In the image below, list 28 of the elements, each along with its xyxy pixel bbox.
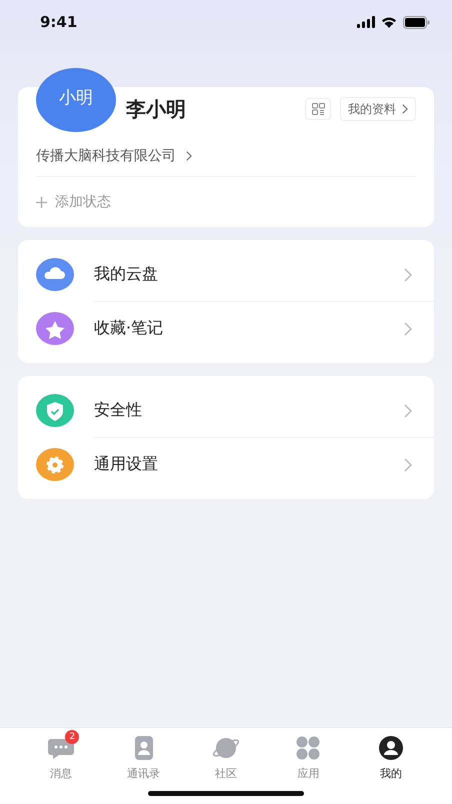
menu-item[interactable]: 安全性 bbox=[18, 384, 434, 437]
chevron-icon bbox=[404, 458, 412, 472]
tab[interactable]: 我的 bbox=[364, 734, 417, 781]
apps-icon bbox=[294, 734, 322, 762]
battery-icon bbox=[403, 16, 430, 28]
user-name: 李小明 bbox=[126, 96, 186, 123]
chevron-icon bbox=[404, 268, 412, 282]
tab[interactable]: 通讯录 bbox=[118, 734, 170, 781]
menu-item[interactable]: 通用设置 bbox=[94, 437, 434, 491]
chevron-icon bbox=[404, 404, 412, 418]
menu-item[interactable]: 收藏·笔记 bbox=[94, 301, 434, 355]
wifi-icon bbox=[381, 16, 397, 28]
qr-code-icon bbox=[312, 103, 324, 115]
profile-button[interactable]: 我的资料 bbox=[340, 97, 416, 121]
chevron-icon bbox=[404, 322, 412, 336]
signal-icon bbox=[357, 16, 375, 28]
tab[interactable]: 应用 bbox=[282, 734, 334, 781]
qr-code-button[interactable] bbox=[305, 98, 331, 120]
chevron-icon bbox=[186, 150, 192, 160]
person-icon bbox=[376, 734, 405, 762]
tab[interactable]: 社区 bbox=[200, 734, 252, 781]
status-time: 9:41 bbox=[40, 13, 78, 31]
menu-item[interactable]: 我的云盘 bbox=[18, 248, 434, 301]
company-link[interactable]: 传播大脑科技有限公司 bbox=[36, 146, 176, 164]
unread-badge: 2 bbox=[65, 730, 80, 744]
plus-icon bbox=[36, 196, 47, 208]
avatar: 小明 bbox=[36, 68, 116, 132]
chevron-icon bbox=[402, 104, 408, 114]
